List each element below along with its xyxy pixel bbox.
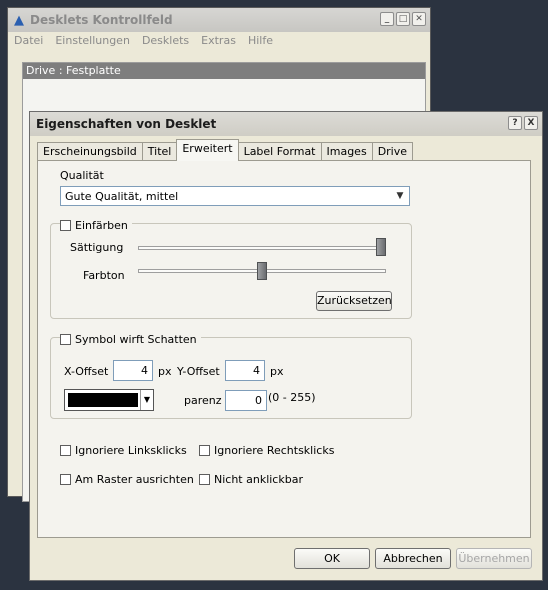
- shadow-label: Symbol wirft Schatten: [75, 333, 197, 346]
- menu-datei[interactable]: Datei: [14, 34, 43, 47]
- snap-to-grid-label: Am Raster ausrichten: [75, 473, 194, 486]
- transparency-input[interactable]: 0: [225, 390, 267, 411]
- dialog-title: Eigenschaften von Desklet: [36, 117, 217, 131]
- shadow-color-picker[interactable]: ▼: [64, 389, 154, 411]
- transparency-range: (0 - 255): [268, 391, 316, 404]
- list-item[interactable]: Drive : Festplatte: [23, 63, 425, 79]
- chevron-down-icon[interactable]: ▼: [393, 189, 407, 203]
- quality-select[interactable]: Gute Qualität, mittel ▼: [60, 186, 410, 206]
- y-offset-label: Y-Offset: [177, 365, 220, 378]
- close-icon[interactable]: X: [524, 116, 538, 130]
- snap-to-grid-checkbox[interactable]: [60, 474, 71, 485]
- x-unit-label: px: [158, 365, 172, 378]
- maximize-icon[interactable]: □: [396, 12, 410, 26]
- saturation-slider-thumb[interactable]: [376, 238, 386, 256]
- tab-images[interactable]: Images: [320, 142, 373, 160]
- reset-button[interactable]: Zurücksetzen: [316, 291, 392, 311]
- apply-button[interactable]: Übernehmen: [456, 548, 532, 569]
- ignore-right-clicks-checkbox[interactable]: [199, 445, 210, 456]
- transparency-label: parenz: [184, 394, 222, 407]
- menu-desklets[interactable]: Desklets: [142, 34, 189, 47]
- y-offset-input[interactable]: 4: [225, 360, 265, 381]
- menu-extras[interactable]: Extras: [201, 34, 236, 47]
- help-icon[interactable]: ?: [508, 116, 522, 130]
- ignore-left-clicks-row[interactable]: Ignoriere Linksklicks: [60, 444, 187, 457]
- tab-bar: Erscheinungsbild Titel Erweitert Label F…: [37, 139, 414, 161]
- menu-hilfe[interactable]: Hilfe: [248, 34, 273, 47]
- saturation-slider-track[interactable]: [138, 246, 386, 250]
- ignore-right-clicks-label: Ignoriere Rechtsklicks: [214, 444, 335, 457]
- x-offset-label: X-Offset: [64, 365, 109, 378]
- colorize-checkbox-row[interactable]: Einfärben: [60, 219, 132, 232]
- shadow-color-swatch: [68, 393, 138, 407]
- cancel-button[interactable]: Abbrechen: [375, 548, 451, 569]
- ignore-left-clicks-checkbox[interactable]: [60, 445, 71, 456]
- hue-slider-thumb[interactable]: [257, 262, 267, 280]
- not-clickable-row[interactable]: Nicht anklickbar: [199, 473, 303, 486]
- quality-label: Qualität: [60, 169, 104, 182]
- dialog-titlebar[interactable]: Eigenschaften von Desklet ? X: [30, 112, 542, 136]
- not-clickable-label: Nicht anklickbar: [214, 473, 303, 486]
- x-offset-input[interactable]: 4: [113, 360, 153, 381]
- tab-label-format[interactable]: Label Format: [237, 142, 322, 160]
- tab-drive[interactable]: Drive: [371, 142, 414, 160]
- shadow-checkbox[interactable]: [60, 334, 71, 345]
- control-window-title: Desklets Kontrollfeld: [30, 13, 173, 27]
- snap-to-grid-row[interactable]: Am Raster ausrichten: [60, 473, 194, 486]
- ignore-right-clicks-row[interactable]: Ignoriere Rechtsklicks: [199, 444, 334, 457]
- menu-einstellungen[interactable]: Einstellungen: [55, 34, 130, 47]
- shadow-checkbox-row[interactable]: Symbol wirft Schatten: [60, 333, 201, 346]
- close-icon[interactable]: ✕: [412, 12, 426, 26]
- colorize-checkbox[interactable]: [60, 220, 71, 231]
- saturation-label: Sättigung: [70, 241, 124, 254]
- menubar: Datei Einstellungen Desklets Extras Hilf…: [14, 34, 273, 47]
- quality-select-value: Gute Qualität, mittel: [65, 190, 179, 203]
- not-clickable-checkbox[interactable]: [199, 474, 210, 485]
- hue-label: Farbton: [83, 269, 125, 282]
- minimize-icon[interactable]: _: [380, 12, 394, 26]
- tab-erweitert[interactable]: Erweitert: [176, 139, 239, 161]
- app-logo-icon: ▲: [14, 12, 24, 28]
- tab-erscheinungsbild[interactable]: Erscheinungsbild: [37, 142, 143, 160]
- control-window-titlebar[interactable]: ▲ Desklets Kontrollfeld _ □ ✕: [8, 8, 430, 32]
- colorize-label: Einfärben: [75, 219, 128, 232]
- tab-panel-erweitert: Qualität Gute Qualität, mittel ▼ Einfärb…: [37, 160, 531, 538]
- y-unit-label: px: [270, 365, 284, 378]
- ignore-left-clicks-label: Ignoriere Linksklicks: [75, 444, 187, 457]
- chevron-down-icon[interactable]: ▼: [140, 390, 153, 410]
- tab-titel[interactable]: Titel: [141, 142, 178, 160]
- ok-button[interactable]: OK: [294, 548, 370, 569]
